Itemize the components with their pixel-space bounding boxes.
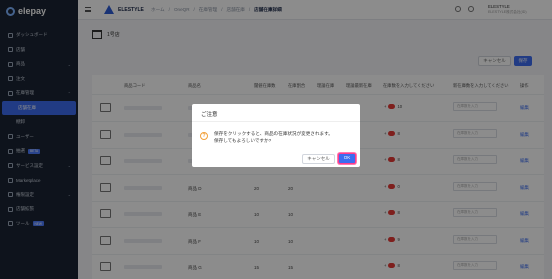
dialog-title: ご注意 [201,112,218,118]
confirm-dialog: ご注意 ? 保存をクリックすると、商品の在庫状況が変更されます。 保存してもよろ… [192,104,360,167]
dialog-divider [192,121,360,122]
dialog-ok-button[interactable]: OK [338,153,356,164]
dialog-message-line2: 保存してもよろしいですか? [214,138,272,143]
warning-icon: ? [200,132,208,140]
dialog-message: 保存をクリックすると、商品の在庫状況が変更されます。 保存してもよろしいですか? [214,130,333,144]
dialog-message-line1: 保存をクリックすると、商品の在庫状況が変更されます。 [214,131,333,136]
dialog-cancel-button[interactable]: キャンセル [302,154,335,164]
